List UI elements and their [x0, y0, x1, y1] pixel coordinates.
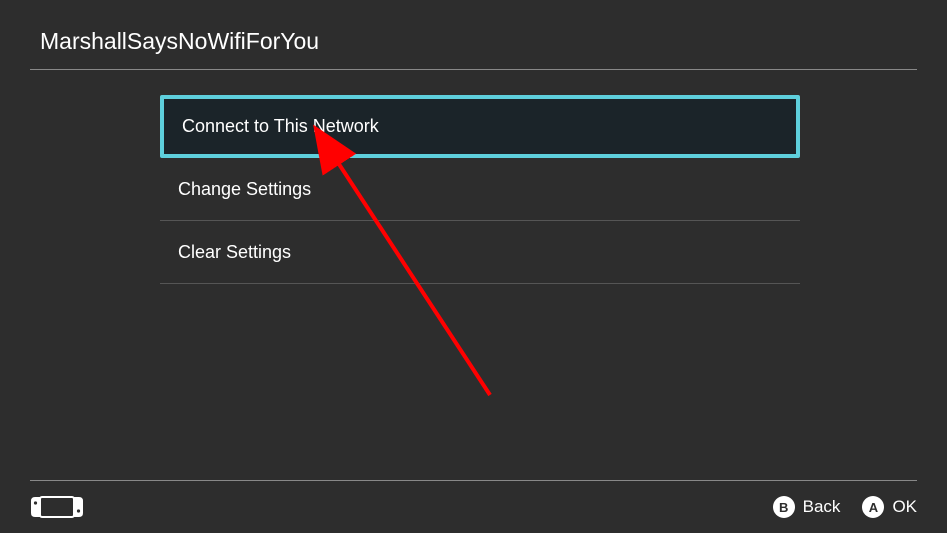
menu-content: Connect to This Network Change Settings …	[160, 70, 800, 284]
menu-item-change-settings[interactable]: Change Settings	[160, 158, 800, 221]
menu-item-label: Connect to This Network	[182, 116, 379, 137]
footer-left	[30, 496, 84, 518]
menu-item-clear-settings[interactable]: Clear Settings	[160, 221, 800, 284]
controller-icon	[30, 496, 84, 518]
ok-label: OK	[892, 497, 917, 517]
menu-item-connect[interactable]: Connect to This Network	[160, 95, 800, 158]
header: MarshallSaysNoWifiForYou	[0, 0, 947, 69]
menu-item-label: Clear Settings	[178, 242, 291, 263]
menu-item-label: Change Settings	[178, 179, 311, 200]
a-button-icon: A	[862, 496, 884, 518]
footer-right: B Back A OK	[773, 496, 917, 518]
b-button-icon: B	[773, 496, 795, 518]
back-action[interactable]: B Back	[773, 496, 841, 518]
footer: B Back A OK	[0, 481, 947, 533]
ok-action[interactable]: A OK	[862, 496, 917, 518]
page-title: MarshallSaysNoWifiForYou	[40, 28, 907, 55]
back-label: Back	[803, 497, 841, 517]
